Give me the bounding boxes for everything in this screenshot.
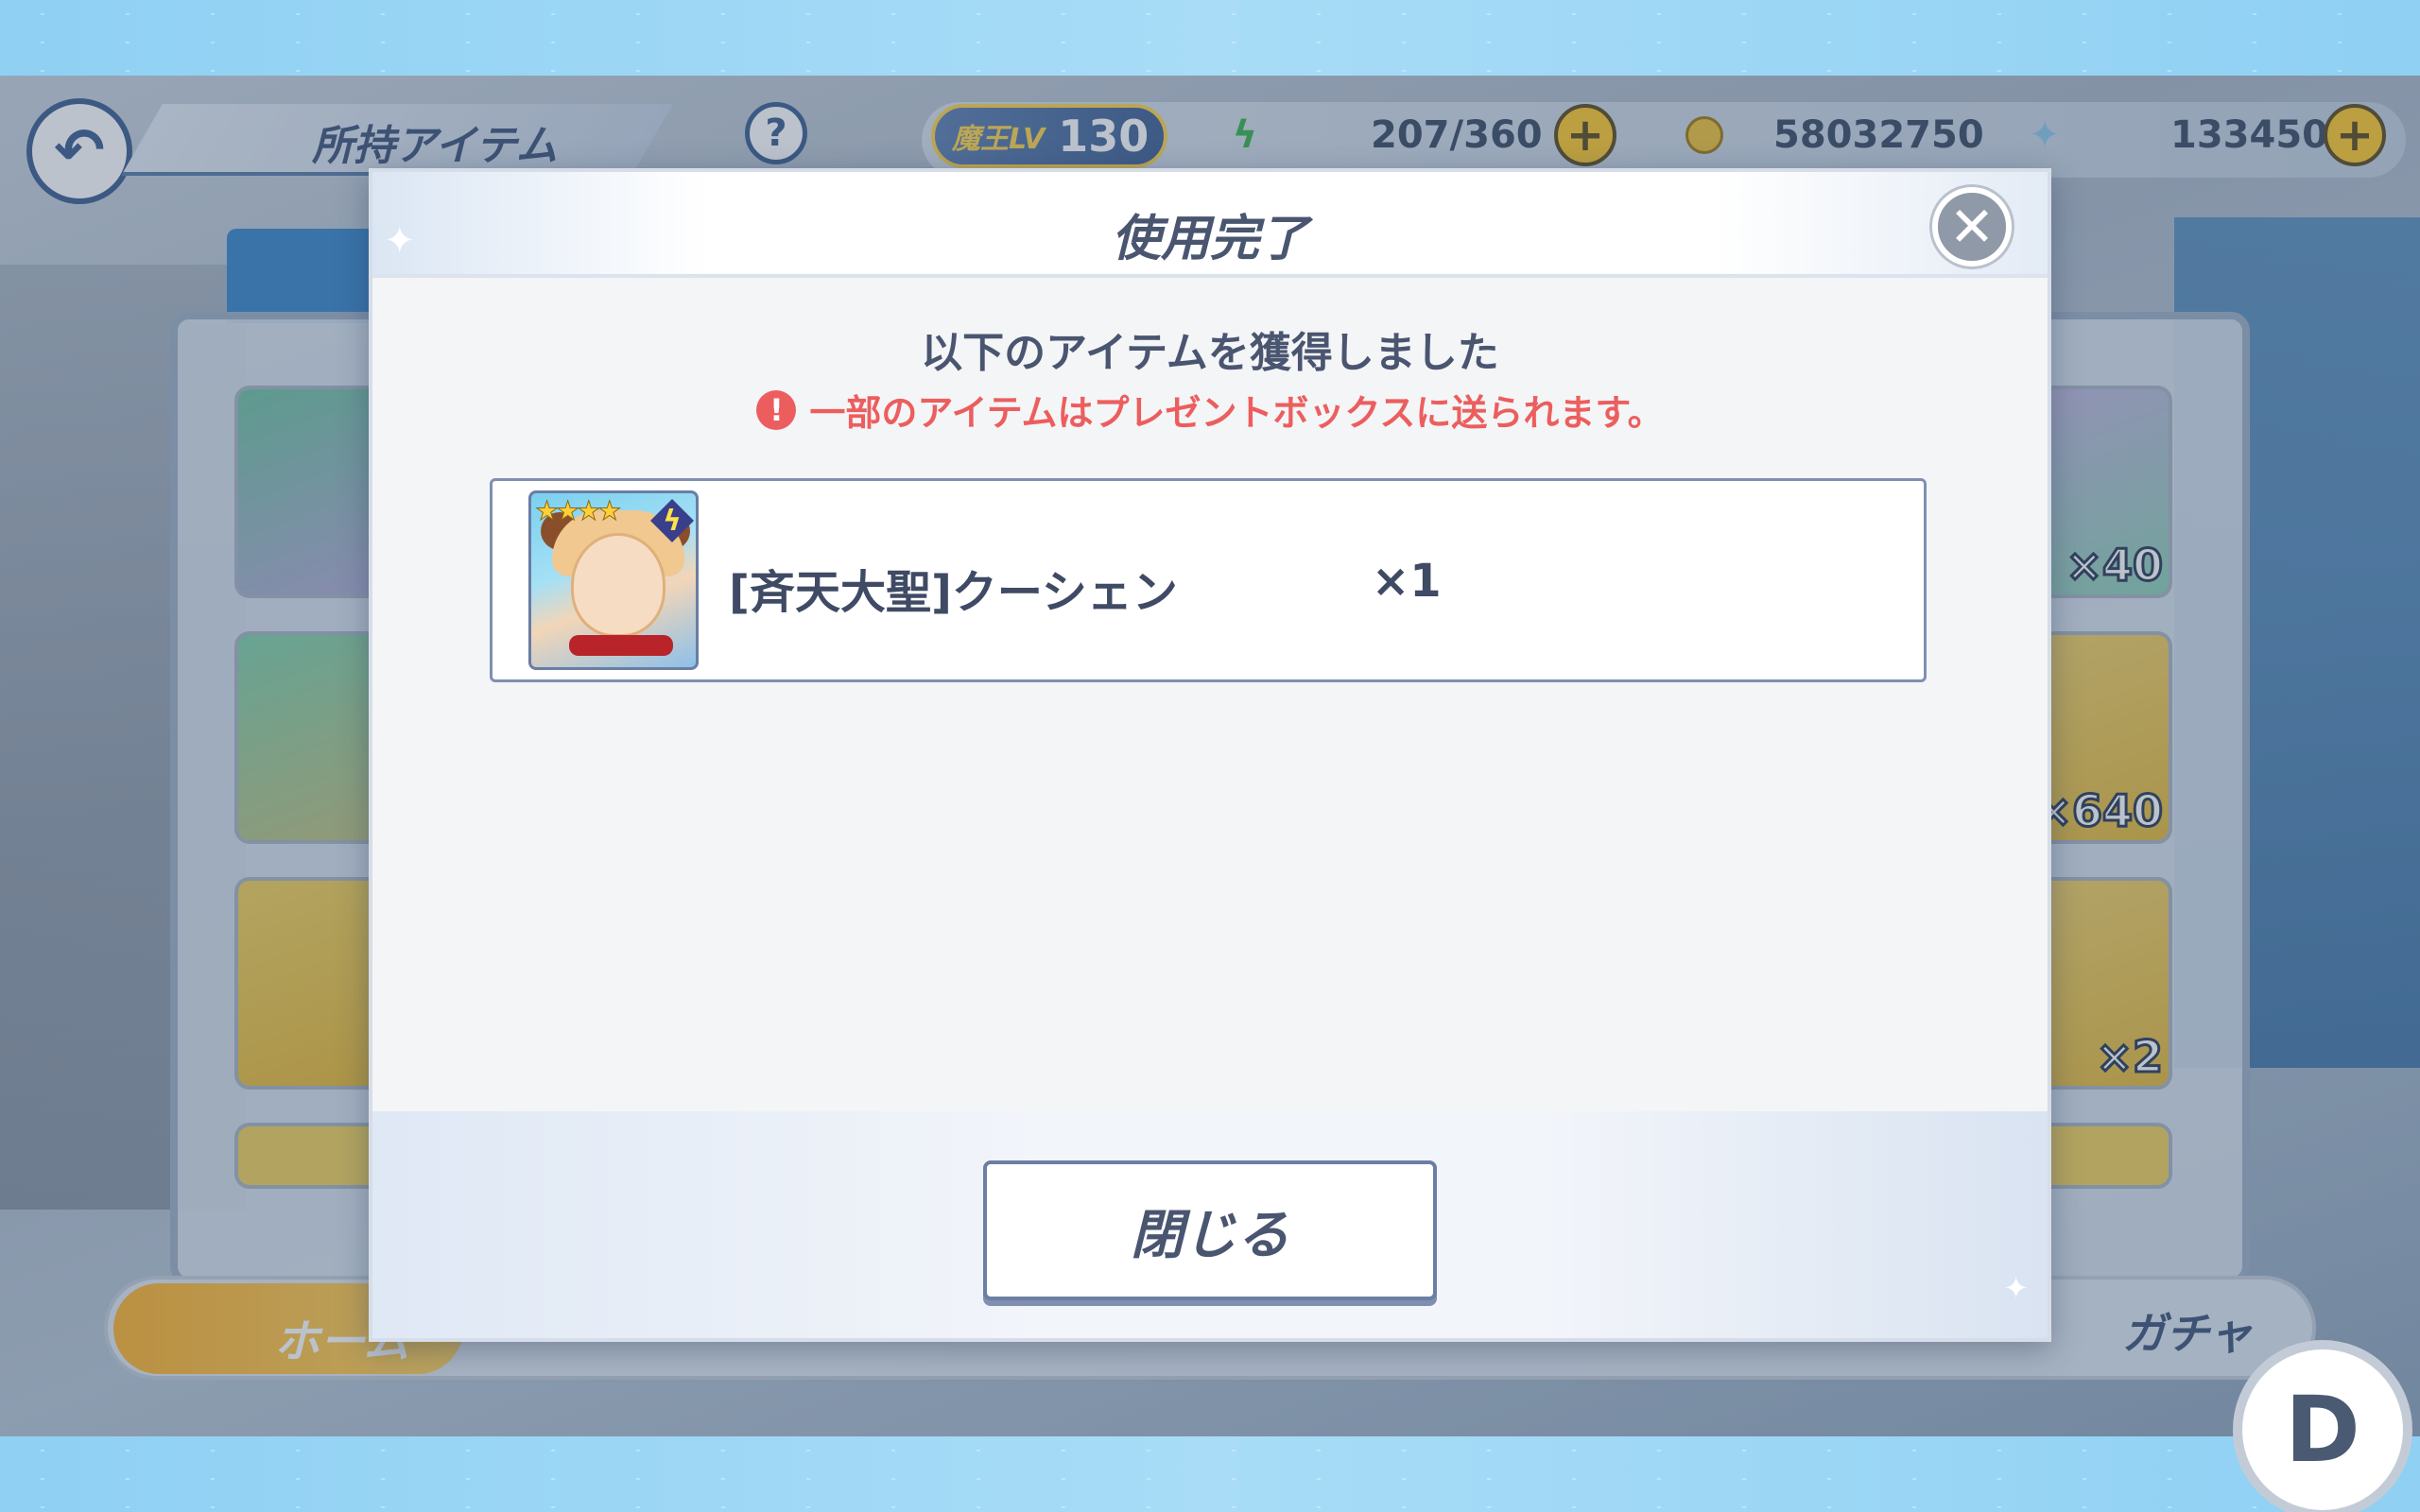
modal-subtitle: 以下のアイテムを獲得しました — [921, 329, 1499, 377]
d-button[interactable]: D — [2233, 1340, 2412, 1512]
close-icon[interactable]: ✕ — [1932, 187, 2012, 266]
reward-quantity: ×1 — [1372, 555, 1442, 608]
rarity-stars-icon: ★★★★ — [534, 495, 621, 527]
sparkle-icon: ✦ — [2003, 1270, 2029, 1306]
warning-icon: ! — [756, 389, 797, 430]
warning-text: 一部のアイテムはプレゼントボックスに送られます。 — [809, 392, 1664, 434]
warning-message: ! 一部のアイテムはプレゼントボックスに送られます。 — [372, 384, 2048, 436]
close-button[interactable]: 閉じる — [983, 1160, 1437, 1300]
modal-header: ✦ 使用完了 ✕ — [372, 172, 2048, 278]
character-thumbnail: ★★★★ ϟ — [528, 490, 699, 670]
reward-item-row: ★★★★ ϟ [斉天大聖]クーシェン ×1 — [490, 478, 1927, 682]
character-collar — [569, 635, 673, 656]
frame-top-bar — [0, 0, 2420, 76]
frame-bottom-bar — [0, 1436, 2420, 1512]
reward-name: [斉天大聖]クーシェン — [729, 566, 1178, 619]
modal-title: 使用完了 — [1111, 211, 1308, 267]
character-face — [571, 533, 666, 637]
